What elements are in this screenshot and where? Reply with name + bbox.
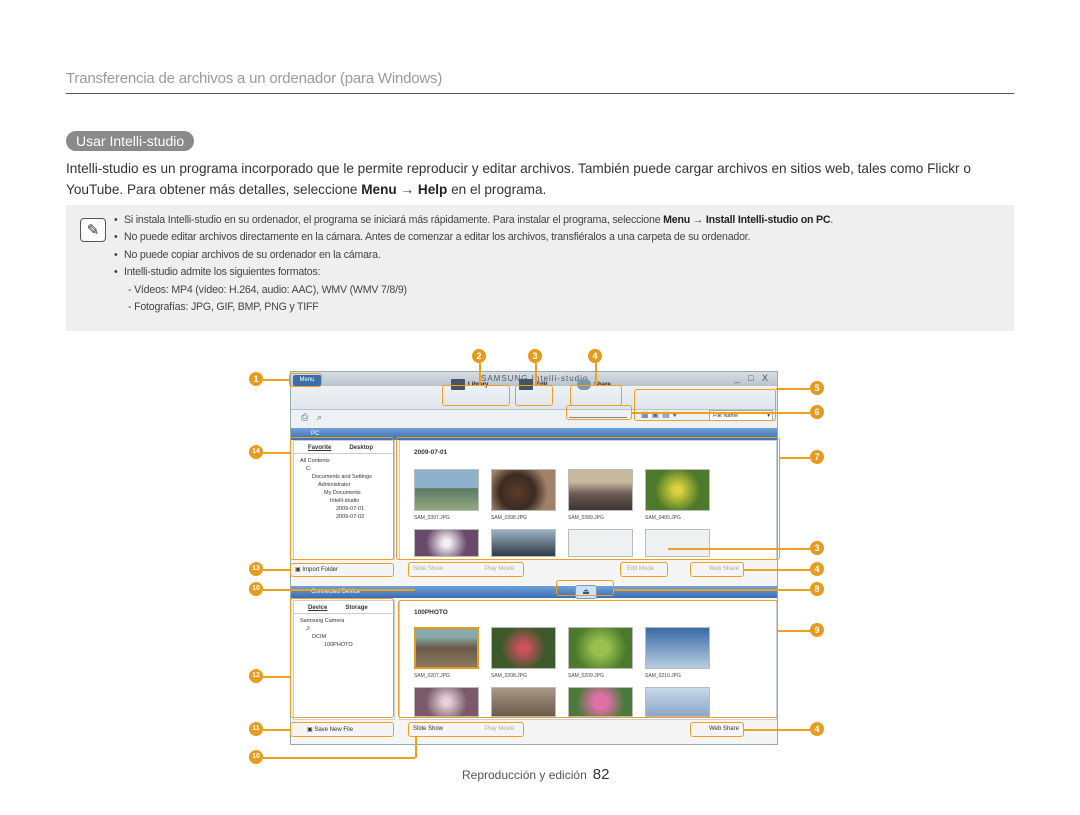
page-number: 82 — [592, 766, 610, 783]
leader-line — [668, 548, 810, 550]
callout-number: 12 — [249, 669, 263, 683]
note-subitem: - Vídeos: MP4 (vídeo: H.264, audio: AAC)… — [128, 283, 407, 296]
leader-line — [415, 737, 417, 758]
callout-number: 14 — [249, 445, 263, 459]
callout-frame — [690, 562, 744, 577]
callout-number: 3 — [810, 541, 824, 555]
device-bar: Connected Device — [291, 586, 777, 598]
note-subitem: - Fotografías: JPG, GIF, BMP, PNG y TIFF — [128, 301, 319, 314]
callout-number: 7 — [810, 450, 824, 464]
callout-number: 11 — [249, 722, 263, 736]
leader-line — [776, 388, 810, 390]
callout-frame — [290, 722, 394, 737]
callout-frame — [408, 722, 524, 737]
section-pill: Usar Intelli-studio — [66, 131, 195, 151]
leader-line — [614, 589, 810, 591]
intro-paragraph: Intelli-studio es un programa incorporad… — [66, 161, 971, 197]
note-pencil-icon: ✎ — [80, 218, 106, 242]
callout-frame — [566, 405, 632, 420]
search-icon[interactable]: ⌕ — [317, 412, 322, 423]
leader-line — [263, 676, 290, 678]
leader-line — [744, 569, 810, 571]
leader-line — [479, 363, 481, 385]
callout-number: 9 — [810, 623, 824, 637]
callout-frame — [396, 437, 780, 560]
leader-line — [632, 412, 810, 414]
leader-line — [535, 363, 537, 385]
callout-frame — [634, 389, 776, 421]
callout-frame — [290, 563, 394, 577]
callout-frame — [442, 385, 510, 406]
leader-line — [263, 452, 290, 454]
callout-frame — [556, 580, 614, 596]
leader-line — [263, 589, 415, 591]
callout-number: 10 — [249, 582, 263, 596]
page-footer: Reproducción y edición 82 — [462, 766, 610, 783]
callout-number: 4 — [810, 562, 824, 576]
callout-frame — [515, 385, 553, 406]
callout-frame — [289, 373, 322, 387]
leader-line — [263, 729, 290, 731]
print-icon[interactable]: ⎙ — [301, 412, 308, 423]
callout-number: 10 — [249, 750, 263, 764]
callout-frame — [290, 598, 394, 718]
callout-number: 8 — [810, 582, 824, 596]
note-item: No puede editar archivos directamente en… — [114, 229, 1004, 247]
leader-line — [780, 457, 810, 459]
callout-frame — [690, 722, 744, 737]
note-item: Si instala Intelli-studio en su ordenado… — [114, 212, 1004, 230]
leader-line — [263, 569, 290, 571]
leader-line — [595, 363, 597, 385]
leader-line — [744, 729, 810, 731]
callout-number: 13 — [249, 562, 263, 576]
note-item: No puede copiar archivos de su ordenador… — [114, 247, 1004, 265]
callout-frame — [290, 437, 394, 560]
callout-number: 6 — [810, 405, 824, 419]
callout-frame — [620, 562, 668, 577]
leader-line — [263, 379, 290, 381]
callout-frame — [398, 600, 778, 718]
callout-number: 1 — [249, 372, 263, 386]
callout-number: 4 — [588, 349, 602, 363]
callout-number: 2 — [472, 349, 486, 363]
leader-line — [263, 757, 415, 759]
callout-number: 5 — [810, 381, 824, 395]
window-controls[interactable]: _ □ X — [735, 373, 771, 383]
note-list: Si instala Intelli-studio en su ordenado… — [114, 212, 1004, 316]
callout-number: 3 — [528, 349, 542, 363]
page-header: Transferencia de archivos a un ordenador… — [66, 70, 1014, 94]
note-item: Intelli-studio admite los siguientes for… — [114, 264, 1004, 282]
leader-line — [778, 630, 810, 632]
callout-frame — [570, 385, 622, 406]
callout-frame — [408, 562, 524, 577]
callout-number: 4 — [810, 722, 824, 736]
